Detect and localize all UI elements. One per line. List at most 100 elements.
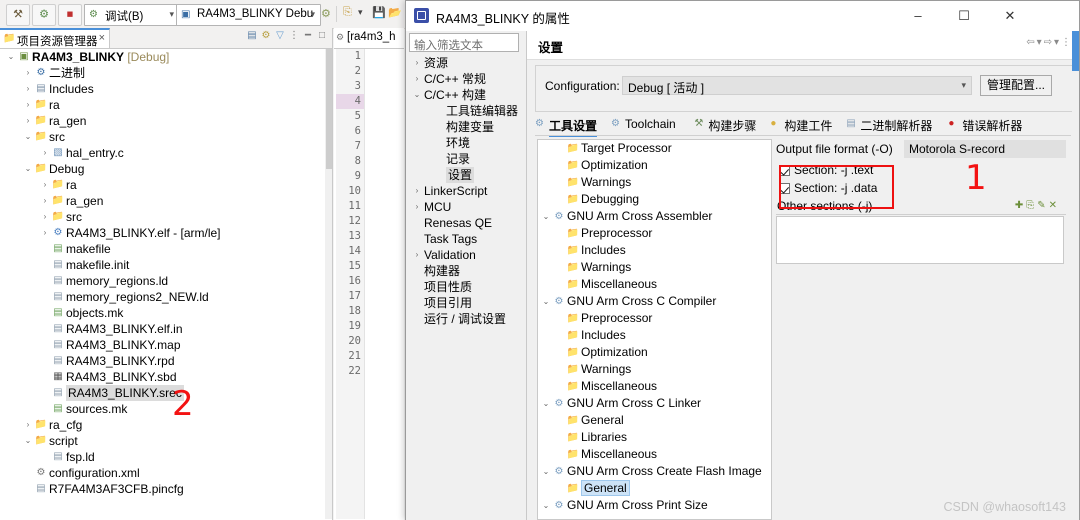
chevron-down-icon[interactable]: ⌄ [540,463,552,480]
tree-item[interactable]: ▦ RA4M3_BLINKY.sbd [0,369,325,385]
settings-tree-item[interactable]: 📁 General [538,480,771,497]
chevron-down-icon[interactable]: ⌄ [540,497,552,514]
tree-item[interactable]: › 📁 ra_cfg [0,417,325,433]
tree-item[interactable]: › 📁 ra [0,97,325,113]
settings-tree-item[interactable]: 📁 Includes [538,242,771,259]
launch-mode-combo[interactable]: ⚙ 调试(B) ▾ [84,4,180,26]
settings-tree-item[interactable]: 📁 Libraries [538,429,771,446]
tree-item[interactable]: › 📁 src [0,209,325,225]
chevron-right-icon[interactable]: › [40,193,50,209]
dialog-nav-item[interactable]: 工具链编辑器 [409,103,524,119]
settings-tree-item[interactable]: 📁 Miscellaneous [538,276,771,293]
tree-item[interactable]: › ▤ Includes [0,81,325,97]
settings-tree-item[interactable]: 📁 Includes [538,327,771,344]
tree-item[interactable]: › 📁 ra [0,177,325,193]
link-icon[interactable]: ⚙ [259,30,273,41]
stop-button[interactable]: ■ [58,4,82,26]
tree-item[interactable]: ⌄ 📁 src [0,129,325,145]
tree-item[interactable]: ▤ RA4M3_BLINKY.elf.in [0,321,325,337]
chevron-down-icon[interactable]: ⌄ [540,395,552,412]
settings-tree-item[interactable]: 📁 Miscellaneous [538,378,771,395]
dialog-nav-item[interactable]: 设置 [409,167,524,183]
chevron-down-icon[interactable]: ⌄ [6,49,16,65]
dialog-nav-item[interactable]: 记录 [409,151,524,167]
close-button[interactable]: ✕ [987,1,1033,30]
tree-item[interactable]: ⚙ configuration.xml [0,465,325,481]
chevron-right-icon[interactable]: › [23,97,33,113]
tree-item[interactable]: ▤ RA4M3_BLINKY.map [0,337,325,353]
settings-tree-item[interactable]: 📁 Preprocessor [538,310,771,327]
dialog-nav-item[interactable]: 项目引用 [409,295,524,311]
other-sections-toolbar[interactable]: ✚⎘✎✕ [1015,200,1060,211]
maximize-icon[interactable]: □ [315,30,329,41]
tree-item[interactable]: ▤ memory_regions2_NEW.ld [0,289,325,305]
build-hammer-button[interactable]: ⚒ [6,4,30,26]
tree-item[interactable]: ▤ makefile [0,241,325,257]
tree-item[interactable]: ▤ sources.mk [0,401,325,417]
tab-project-explorer[interactable]: 📁 项目资源管理器 × [0,28,110,48]
chevron-right-icon[interactable]: › [411,55,423,71]
dialog-nav-item[interactable]: › C/C++ 常规 [409,71,524,87]
dialog-nav-item[interactable]: › 资源 [409,55,524,71]
settings-tree-item[interactable]: 📁 Warnings [538,259,771,276]
chevron-down-icon[interactable]: ⌄ [540,293,552,310]
filter-input[interactable]: 输入筛选文本 [409,33,519,52]
dialog-nav-item[interactable]: Task Tags [409,231,524,247]
dialog-nav-item[interactable]: › LinkerScript [409,183,524,199]
dialog-titlebar[interactable]: RA4M3_BLINKY 的属性 – ☐ ✕ [406,1,1079,32]
chevron-right-icon[interactable]: › [23,81,33,97]
tree-item[interactable]: › ⚙ RA4M3_BLINKY.elf - [arm/le] [0,225,325,241]
tree-item[interactable]: › ⚙ 二进制 [0,65,325,81]
menu-icon[interactable]: ⋮ [287,30,301,41]
dialog-nav-item[interactable]: ⌄ C/C++ 构建 [409,87,524,103]
minimize-icon[interactable]: ━ [301,30,315,41]
settings-tree-item[interactable]: 📁 Optimization [538,157,771,174]
tree-item[interactable]: ▤ makefile.init [0,257,325,273]
run-gear-button[interactable]: ⚙ [32,4,56,26]
dialog-nav-item[interactable]: 构建器 [409,263,524,279]
minimize-button[interactable]: – [895,1,941,30]
tool-settings-tree[interactable]: 📁 Target Processor 📁 Optimization 📁 Warnings 📁… [537,139,772,520]
chevron-right-icon[interactable]: › [40,209,50,225]
settings-tab-strip[interactable]: ⚙ 工具设置 ⚙ Toolchain ⚒ 构建步骤 ● 构建工件 ▤ 二进制解析器 ● 错误解析器 [535,115,1080,137]
chevron-right-icon[interactable]: › [23,65,33,81]
chevron-down-icon[interactable]: ⌄ [23,129,33,145]
settings-tree-item[interactable]: 📁 General [538,412,771,429]
settings-tree-item[interactable]: ⌄ ⚙ GNU Arm Cross C Linker [538,395,771,412]
dialog-nav-tree[interactable]: › 资源 › C/C++ 常规 ⌄ C/C++ 构建 工具链编辑器 构建变量 环境 记录 设置 › Li… [409,55,524,520]
settings-tree-item[interactable]: ⌄ ⚙ GNU Arm Cross Assembler [538,208,771,225]
close-icon[interactable]: × [99,32,105,44]
chevron-down-icon[interactable]: ⌄ [23,161,33,177]
tree-item[interactable]: ⌄ ▣ RA4M3_BLINKY [Debug] [0,49,325,65]
save-icon[interactable]: 💾 [372,6,386,19]
dropdown-icon[interactable]: ▾ [358,7,363,18]
chevron-right-icon[interactable]: › [411,183,423,199]
filter-icon[interactable]: ▽ [273,30,287,41]
dialog-nav-item[interactable]: › Validation [409,247,524,263]
chevron-right-icon[interactable]: › [40,177,50,193]
settings-tree-item[interactable]: 📁 Warnings [538,361,771,378]
settings-tree-item[interactable]: 📁 Optimization [538,344,771,361]
tab-ra4m3-header[interactable]: ⚙ [ra4m3_h [334,28,404,48]
launch-settings-gear-icon[interactable]: ⚙ [321,7,331,20]
chevron-right-icon[interactable]: › [411,247,423,263]
chevron-down-icon[interactable]: ⌄ [540,208,552,225]
tree-item[interactable]: ▤ R7FA4M3AF3CFB.pincfg [0,481,325,497]
editor-text-area[interactable] [365,49,403,519]
chevron-right-icon[interactable]: › [23,113,33,129]
settings-tree-item[interactable]: 📁 Warnings [538,174,771,191]
tree-item[interactable]: ⌄ 📁 Debug [0,161,325,177]
settings-tree-item[interactable]: ⌄ ⚙ GNU Arm Cross Create Flash Image [538,463,771,480]
settings-tree-item[interactable]: 📁 Miscellaneous [538,446,771,463]
settings-tree-item[interactable]: ⌄ ⚙ GNU Arm Cross C Compiler [538,293,771,310]
chevron-down-icon[interactable]: ⌄ [411,87,423,103]
chevron-right-icon[interactable]: › [411,71,423,87]
settings-tree-item[interactable]: 📁 Target Processor [538,140,771,157]
chevron-right-icon[interactable]: › [23,417,33,433]
dialog-nav-item[interactable]: 项目性质 [409,279,524,295]
explorer-editor-divider[interactable] [332,28,333,520]
tree-item[interactable]: ▤ RA4M3_BLINKY.rpd [0,353,325,369]
configuration-combo[interactable]: Debug [ 活动 ] ▾ [622,76,972,95]
save-all-icon[interactable]: 📂 [388,6,402,19]
dialog-nav-item[interactable]: 构建变量 [409,119,524,135]
